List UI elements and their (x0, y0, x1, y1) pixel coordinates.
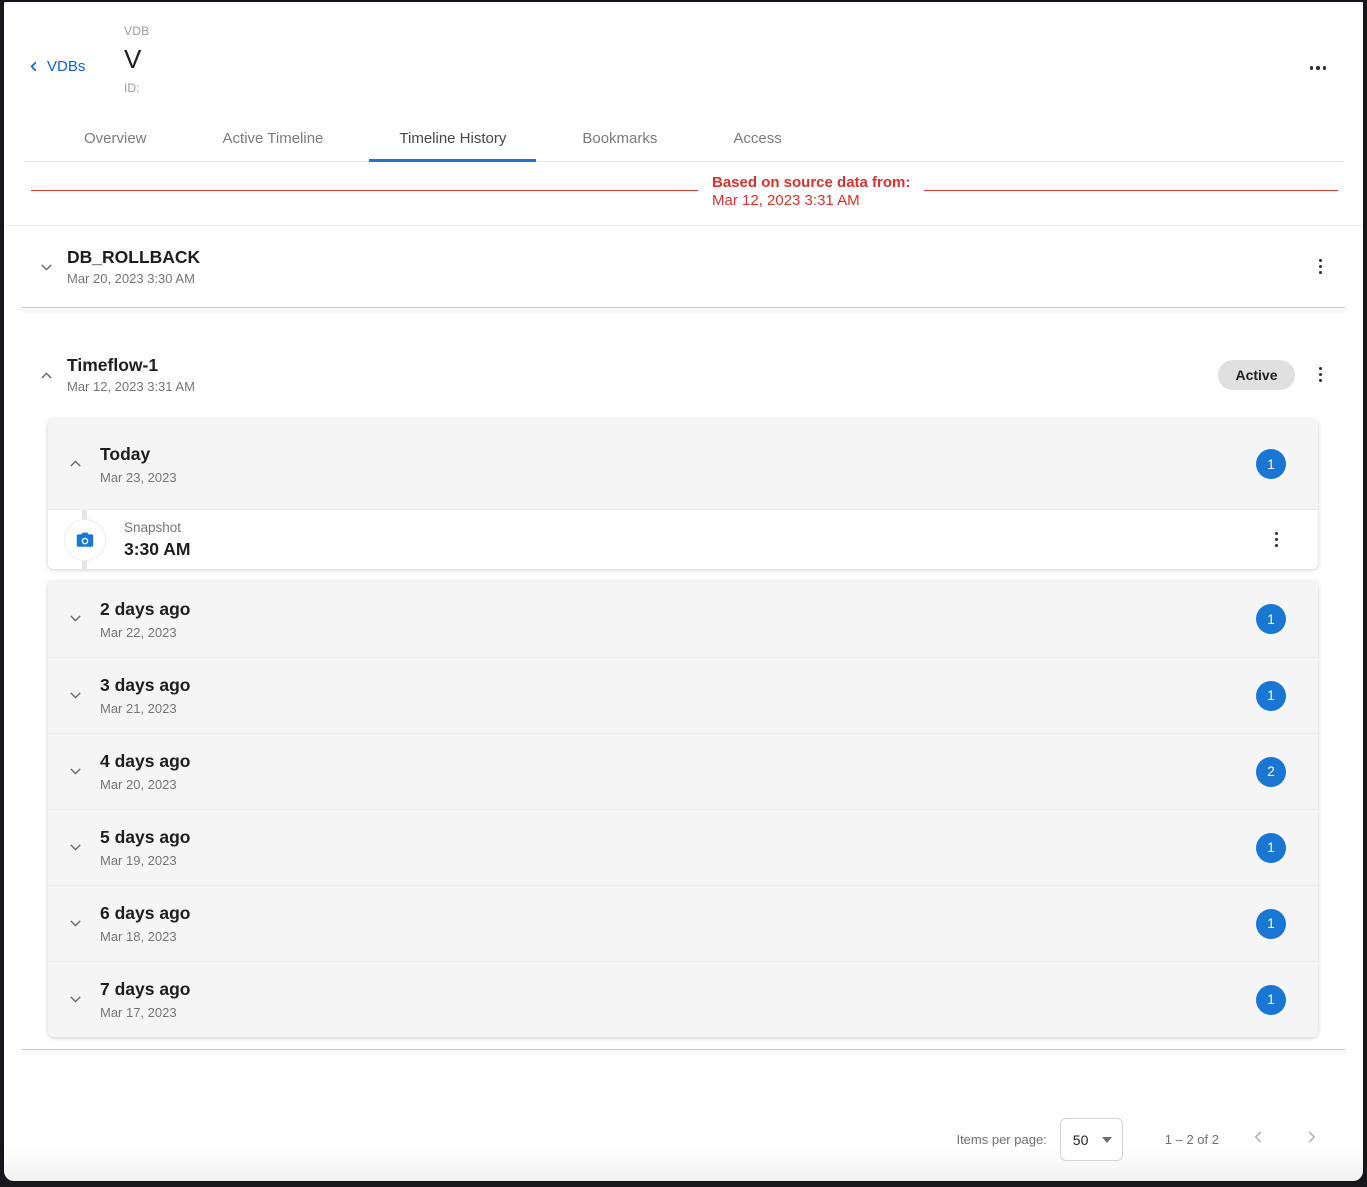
kebab-menu-icon[interactable] (1311, 253, 1331, 281)
group-title-block: 2 days ago Mar 22, 2023 (100, 599, 190, 640)
banner-title: Based on source data from: (712, 174, 910, 192)
timeline-name: Timeflow-1 (67, 355, 195, 375)
group-title-block: 6 days ago Mar 18, 2023 (100, 903, 190, 944)
group-header-6-days-ago[interactable]: 6 days ago Mar 18, 2023 1 (48, 885, 1318, 961)
group-date: Mar 17, 2023 (100, 1005, 190, 1020)
banner-date: Mar 12, 2023 3:31 AM (712, 192, 910, 210)
active-status-badge[interactable]: Active (1218, 360, 1294, 390)
group-title: 3 days ago (100, 675, 190, 696)
group-date: Mar 23, 2023 (100, 470, 177, 485)
tab-overview[interactable]: Overview (46, 115, 185, 161)
back-to-vdbs-link[interactable]: VDBs (26, 58, 85, 75)
group-header-4-days-ago[interactable]: 4 days ago Mar 20, 2023 2 (48, 733, 1318, 809)
snapshot-time: 3:30 AM (124, 539, 190, 560)
timeline-title-block: DB_ROLLBACK Mar 20, 2023 3:30 AM (67, 247, 200, 286)
chevron-down-icon[interactable] (38, 259, 55, 281)
chevron-down-icon[interactable] (67, 610, 84, 632)
chevron-down-icon[interactable] (67, 687, 84, 709)
chevron-up-icon[interactable] (67, 455, 84, 477)
banner-rule (31, 190, 1338, 191)
snapshot-avatar (64, 519, 106, 561)
group-date: Mar 21, 2023 (100, 701, 190, 716)
group-date: Mar 18, 2023 (100, 929, 190, 944)
chevron-down-icon[interactable] (67, 763, 84, 785)
pagination-bar: Items per page: 50 1 – 2 of 2 (4, 1050, 1363, 1161)
banner-text: Based on source data from: Mar 12, 2023 … (698, 174, 924, 210)
snapshot-count-badge: 2 (1256, 757, 1286, 787)
group-date: Mar 20, 2023 (100, 777, 190, 792)
page-size-value: 50 (1073, 1132, 1089, 1148)
tab-timeline-history[interactable]: Timeline History (361, 115, 544, 161)
group-title: 4 days ago (100, 751, 190, 772)
chevron-down-icon[interactable] (67, 991, 84, 1013)
chevron-down-icon[interactable] (67, 839, 84, 861)
items-per-page-label: Items per page: (956, 1132, 1046, 1147)
dropdown-caret-icon (1102, 1137, 1112, 1143)
snapshot-count-badge: 1 (1256, 833, 1286, 863)
chevron-left-icon (1249, 1128, 1267, 1146)
group-title-block: 4 days ago Mar 20, 2023 (100, 751, 190, 792)
snapshot-count-badge: 1 (1256, 909, 1286, 939)
chevron-down-icon[interactable] (67, 915, 84, 937)
kebab-menu-icon[interactable] (1311, 361, 1331, 389)
camera-icon (74, 529, 96, 551)
timeline-title-block: Timeflow-1 Mar 12, 2023 3:31 AM (67, 355, 195, 394)
group-title-block: 3 days ago Mar 21, 2023 (100, 675, 190, 716)
group-title: Today (100, 444, 177, 465)
page-header: VDBs VDB V ID: (4, 2, 1363, 115)
kebab-menu-icon[interactable] (1267, 526, 1287, 554)
group-title: 6 days ago (100, 903, 190, 924)
page-title: V (124, 45, 149, 73)
tab-bookmarks[interactable]: Bookmarks (544, 115, 695, 161)
group-title-block: 7 days ago Mar 17, 2023 (100, 979, 190, 1020)
back-link-label: VDBs (47, 58, 85, 75)
today-group-card: Today Mar 23, 2023 1 Snapshot 3:30 AM (48, 419, 1318, 569)
tab-active-timeline[interactable]: Active Timeline (185, 115, 362, 161)
timeline-date: Mar 20, 2023 3:30 AM (67, 271, 200, 286)
pagination-range: 1 – 2 of 2 (1165, 1132, 1219, 1147)
timeline-date: Mar 12, 2023 3:31 AM (67, 379, 195, 394)
chevron-left-icon (26, 59, 41, 74)
group-date: Mar 19, 2023 (100, 853, 190, 868)
timeline-name: DB_ROLLBACK (67, 247, 200, 267)
snapshot-row[interactable]: Snapshot 3:30 AM (48, 509, 1318, 569)
snapshot-label: Snapshot (124, 520, 190, 536)
previous-page-button[interactable] (1243, 1122, 1273, 1157)
group-header-today[interactable]: Today Mar 23, 2023 1 (48, 419, 1318, 509)
group-title: 5 days ago (100, 827, 190, 848)
day-groups-card: 2 days ago Mar 22, 2023 1 3 days ago Mar… (48, 581, 1318, 1037)
timeline-db-rollback[interactable]: DB_ROLLBACK Mar 20, 2023 3:30 AM (4, 226, 1363, 307)
page-size-select[interactable]: 50 (1060, 1118, 1123, 1161)
group-header-2-days-ago[interactable]: 2 days ago Mar 22, 2023 1 (48, 581, 1318, 657)
group-title: 2 days ago (100, 599, 190, 620)
snapshot-text-block: Snapshot 3:30 AM (124, 520, 190, 560)
group-header-5-days-ago[interactable]: 5 days ago Mar 19, 2023 1 (48, 809, 1318, 885)
more-actions-icon[interactable] (1306, 60, 1331, 76)
snapshot-count-badge: 1 (1256, 985, 1286, 1015)
group-header-3-days-ago[interactable]: 3 days ago Mar 21, 2023 1 (48, 657, 1318, 733)
timeline-timeflow-1[interactable]: Timeflow-1 Mar 12, 2023 3:31 AM Active (4, 320, 1363, 419)
next-page-button[interactable] (1297, 1122, 1327, 1157)
tab-access[interactable]: Access (695, 115, 819, 161)
title-block: VDB V ID: (124, 24, 149, 95)
group-title: 7 days ago (100, 979, 190, 1000)
app-window: VDBs VDB V ID: Overview Active Timeline … (2, 0, 1365, 1183)
chevron-right-icon (1303, 1128, 1321, 1146)
snapshot-count-badge: 1 (1256, 681, 1286, 711)
vdb-id-label: ID: (124, 81, 149, 95)
snapshot-count-badge: 1 (1256, 449, 1286, 479)
source-data-banner: Based on source data from: Mar 12, 2023 … (4, 162, 1363, 226)
tab-bar: Overview Active Timeline Timeline Histor… (24, 115, 1343, 162)
chevron-up-icon[interactable] (38, 367, 55, 389)
snapshot-count-badge: 1 (1256, 604, 1286, 634)
group-header-7-days-ago[interactable]: 7 days ago Mar 17, 2023 1 (48, 961, 1318, 1037)
group-date: Mar 22, 2023 (100, 625, 190, 640)
group-title-block: Today Mar 23, 2023 (100, 444, 177, 485)
vdb-type-label: VDB (124, 24, 149, 38)
group-title-block: 5 days ago Mar 19, 2023 (100, 827, 190, 868)
